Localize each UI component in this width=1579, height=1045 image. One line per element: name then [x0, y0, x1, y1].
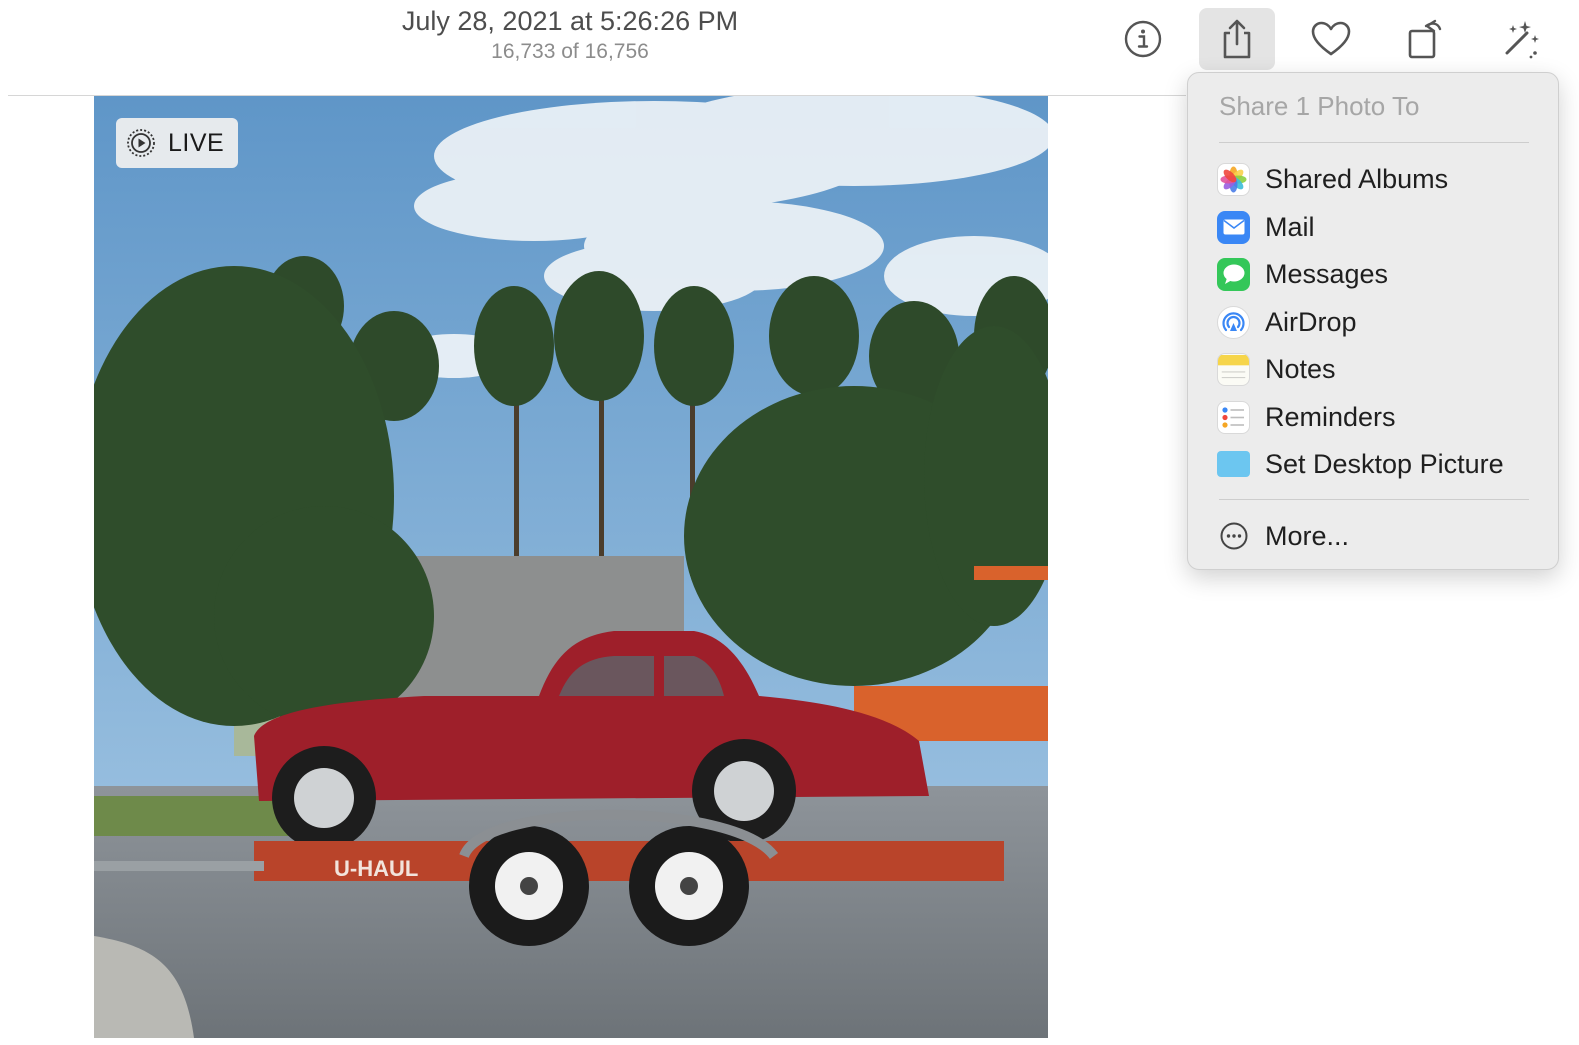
photo-date-title: July 28, 2021 at 5:26:26 PM — [401, 6, 739, 36]
share-item-notes[interactable]: Notes — [1217, 348, 1547, 390]
favorite-button[interactable] — [1293, 8, 1369, 70]
enhance-button[interactable] — [1481, 8, 1557, 70]
share-item-label: AirDrop — [1265, 306, 1357, 337]
more-ellipsis-icon — [1217, 520, 1250, 553]
share-item-airdrop[interactable]: AirDrop — [1217, 301, 1547, 343]
live-photo-badge[interactable]: LIVE — [116, 118, 239, 168]
info-icon — [1124, 20, 1162, 58]
share-item-label: Shared Albums — [1265, 163, 1449, 194]
share-item-reminders[interactable]: Reminders — [1217, 396, 1547, 438]
share-item-more[interactable]: More... — [1217, 515, 1547, 557]
share-menu: Share 1 Photo To Shared Albums Mail Mess… — [1187, 72, 1559, 570]
reminders-app-icon — [1217, 400, 1250, 434]
airdrop-icon — [1217, 305, 1250, 339]
share-item-label: Notes — [1265, 353, 1336, 384]
rotate-button[interactable] — [1387, 8, 1463, 70]
photo-viewer[interactable]: U-HAUL LIVE — [94, 96, 1048, 1038]
share-item-label: Mail — [1265, 211, 1315, 242]
heart-icon — [1311, 21, 1351, 56]
share-button[interactable] — [1199, 8, 1275, 70]
live-photo-icon — [127, 129, 155, 157]
info-button[interactable] — [1105, 8, 1181, 70]
share-item-label: Messages — [1265, 258, 1389, 289]
desktop-picture-icon — [1217, 451, 1250, 477]
magic-wand-icon — [1505, 21, 1539, 59]
rotate-icon — [1408, 19, 1442, 59]
photo-image: U-HAUL — [94, 96, 1048, 1038]
share-item-messages[interactable]: Messages — [1217, 253, 1547, 295]
share-icon — [1223, 19, 1251, 59]
share-item-set-desktop-picture[interactable]: Set Desktop Picture — [1217, 443, 1547, 485]
notes-app-icon — [1217, 352, 1250, 386]
mail-app-icon — [1217, 210, 1250, 244]
share-item-mail[interactable]: Mail — [1217, 206, 1547, 248]
menu-separator — [1219, 142, 1529, 143]
share-item-shared-albums[interactable]: Shared Albums — [1217, 158, 1547, 200]
menu-separator — [1219, 499, 1529, 500]
live-label: LIVE — [168, 128, 225, 157]
share-item-more-label: More... — [1265, 520, 1350, 551]
photo-count: 16,733 of 16,756 — [491, 40, 649, 63]
photos-app-icon — [1217, 162, 1250, 196]
messages-app-icon — [1217, 257, 1250, 291]
share-item-label: Reminders — [1265, 401, 1396, 432]
share-item-label: Set Desktop Picture — [1265, 448, 1504, 479]
share-menu-header: Share 1 Photo To — [1219, 91, 1420, 121]
trailer-text: U-HAUL — [334, 856, 418, 881]
title-block: July 28, 2021 at 5:26:26 PM 16,733 of 16… — [330, 4, 810, 66]
